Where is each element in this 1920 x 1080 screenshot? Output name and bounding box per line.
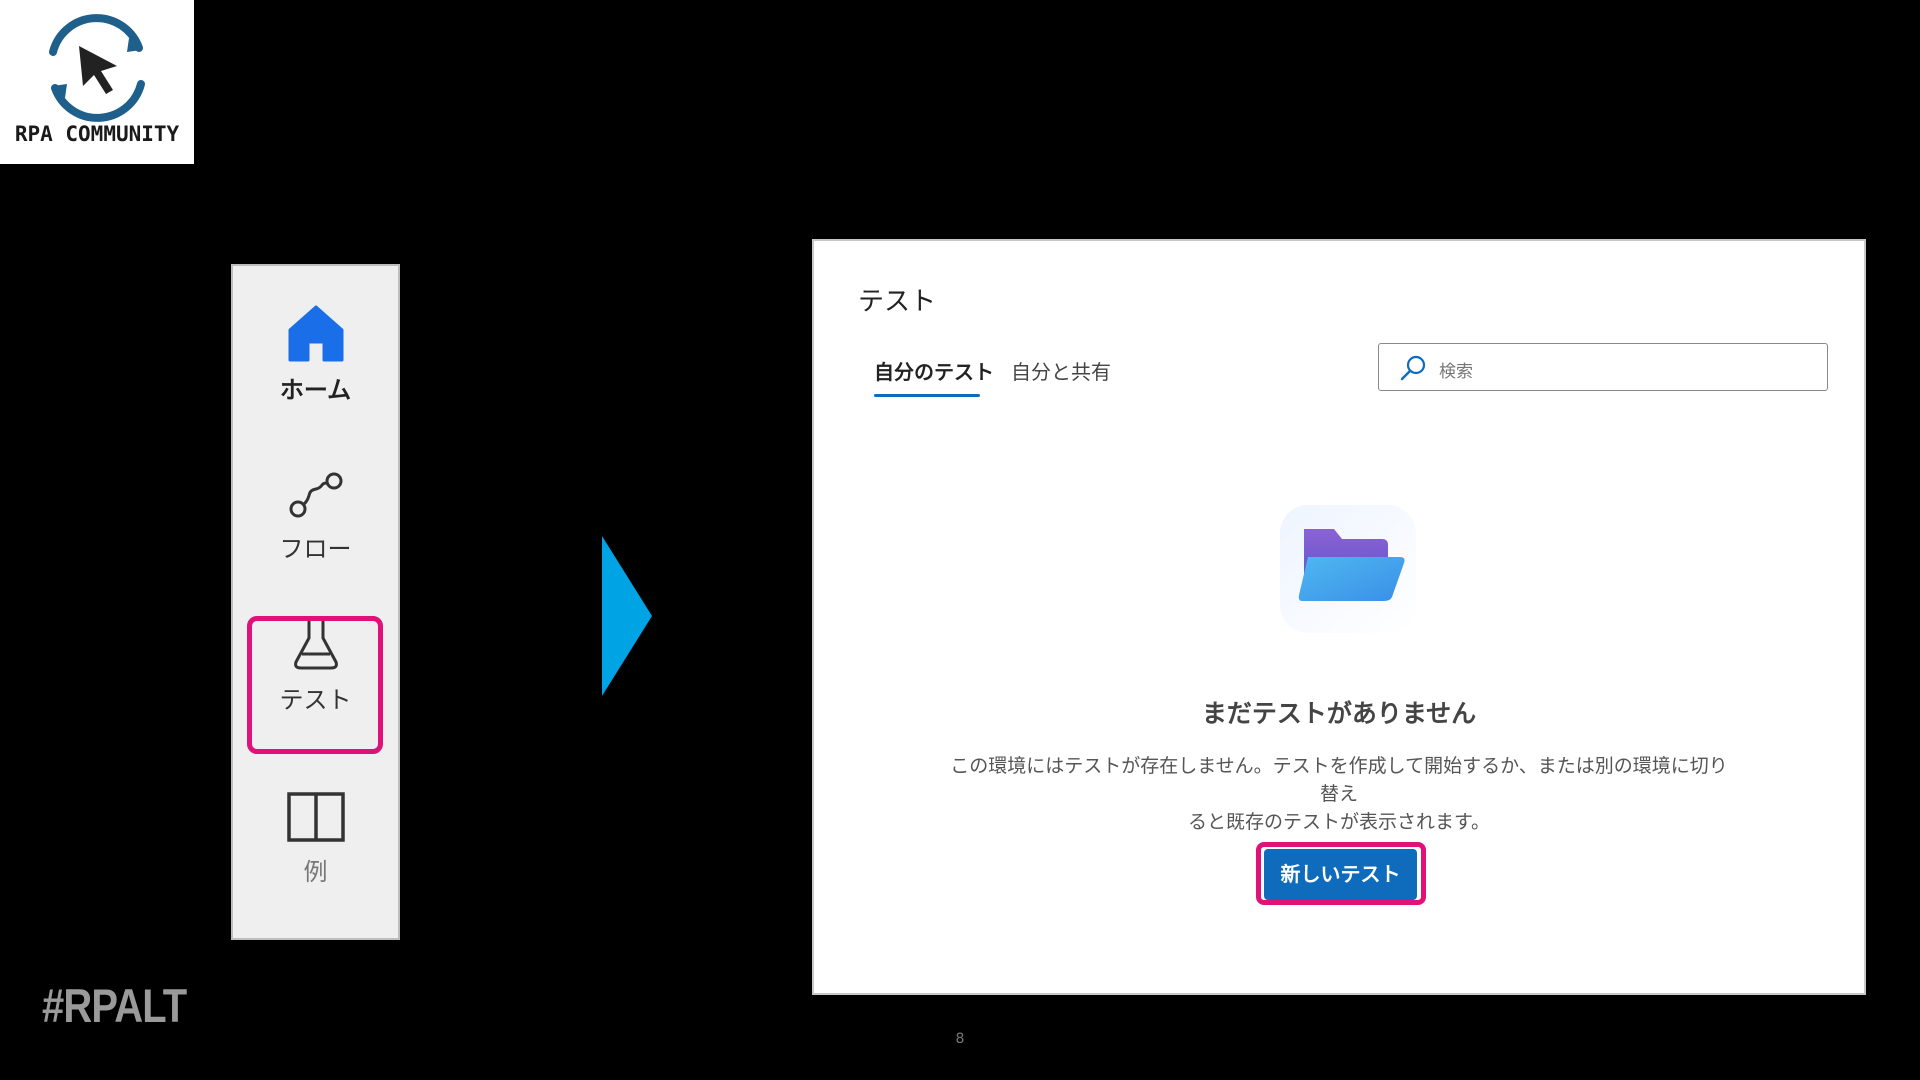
cursor-cycle-icon bbox=[49, 14, 145, 122]
nav-panel: ホーム フロー テスト 例 bbox=[231, 264, 400, 940]
page-title: テスト bbox=[858, 287, 937, 317]
folder-icon bbox=[1280, 505, 1416, 633]
active-tab-indicator bbox=[874, 394, 980, 397]
nav-label-examples: 例 bbox=[303, 858, 328, 886]
tests-panel: テスト 自分のテスト 自分と共有 検索 まだテストがありません この環境にはテス… bbox=[812, 239, 1866, 995]
search-placeholder: 検索 bbox=[1439, 362, 1473, 382]
highlight-new-test bbox=[1256, 842, 1426, 905]
slide-number: 8 bbox=[955, 1031, 965, 1047]
highlight-nav-test bbox=[247, 616, 383, 754]
empty-desc-line1: この環境にはテストが存在しません。テストを作成して開始するか、または別の環境に切… bbox=[950, 755, 1728, 805]
book-icon bbox=[286, 792, 345, 842]
nav-item-home[interactable]: ホーム bbox=[233, 304, 398, 405]
chevron-right-icon bbox=[602, 536, 652, 696]
search-icon bbox=[1400, 355, 1426, 381]
empty-desc-line2: ると既存のテストが表示されます。 bbox=[1187, 811, 1491, 833]
empty-state-description: この環境にはテストが存在しません。テストを作成して開始するか、または別の環境に切… bbox=[949, 752, 1729, 836]
logo-text: RPA COMMUNITY bbox=[14, 122, 180, 146]
home-icon bbox=[288, 305, 343, 362]
nav-label-flow: フロー bbox=[279, 535, 352, 563]
empty-state-title: まだテストがありません bbox=[1201, 699, 1477, 728]
search-input[interactable]: 検索 bbox=[1378, 343, 1828, 391]
tab-shared-with-me[interactable]: 自分と共有 bbox=[1011, 356, 1111, 385]
nav-item-examples[interactable]: 例 bbox=[233, 790, 398, 887]
tab-my-tests[interactable]: 自分のテスト bbox=[874, 356, 994, 385]
nav-item-flow[interactable]: フロー bbox=[233, 471, 398, 564]
hashtag-text: #RPALT bbox=[42, 979, 187, 1032]
nav-label-home: ホーム bbox=[279, 376, 352, 404]
rpa-community-logo: RPA COMMUNITY bbox=[0, 0, 194, 164]
flow-icon bbox=[289, 472, 342, 518]
